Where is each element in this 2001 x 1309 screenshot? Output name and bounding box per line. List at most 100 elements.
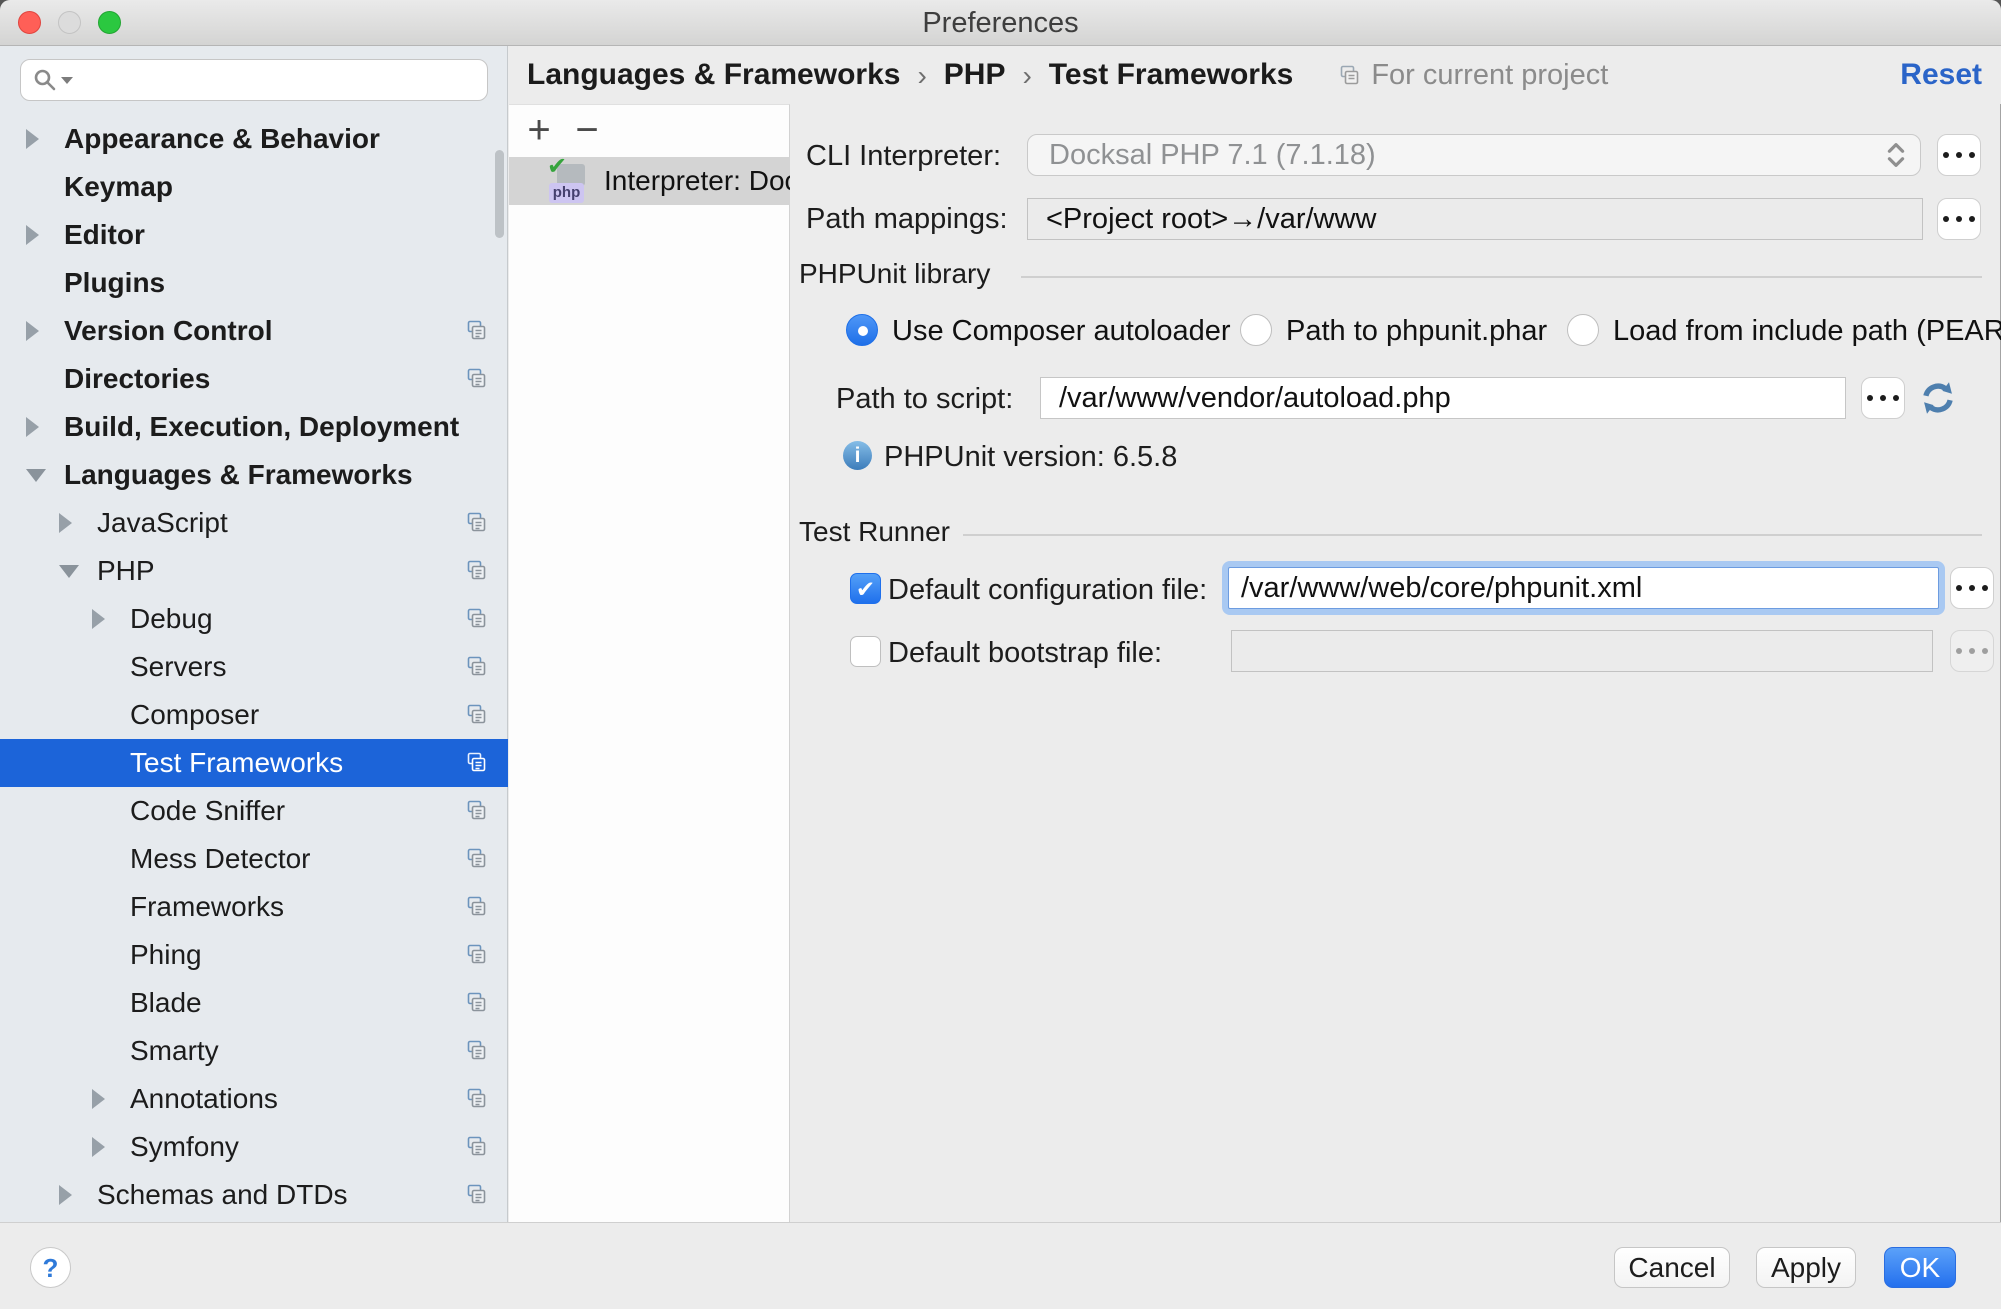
sidebar-item-php[interactable]: PHP	[0, 547, 508, 595]
chevron-right-icon[interactable]	[26, 225, 39, 245]
settings-search-field[interactable]	[20, 59, 488, 101]
sidebar-scrollbar-thumb[interactable]	[495, 150, 504, 238]
cancel-button[interactable]: Cancel	[1614, 1247, 1730, 1288]
sidebar-item-label: Frameworks	[130, 883, 284, 931]
interpreter-list-item[interactable]: ✔ php Interpreter: Dock	[509, 157, 790, 205]
project-settings-icon	[465, 655, 489, 679]
sidebar-item-directories[interactable]: Directories	[0, 355, 508, 403]
breadcrumb-languages-frameworks[interactable]: Languages & Frameworks	[527, 58, 900, 92]
test-runner-section-title: Test Runner	[799, 516, 950, 548]
chevron-right-icon[interactable]	[92, 1137, 105, 1157]
sidebar-item-frameworks[interactable]: Frameworks	[0, 883, 508, 931]
chevron-right-icon[interactable]	[59, 1185, 72, 1205]
combo-stepper-icon[interactable]	[1876, 138, 1916, 172]
project-settings-icon	[465, 559, 489, 583]
scope-label: For current project	[1371, 59, 1608, 92]
valid-check-icon: ✔	[547, 157, 567, 181]
cli-interpreter-combo[interactable]: Docksal PHP 7.1 (7.1.18)	[1027, 134, 1921, 176]
sidebar-item-label: Phing	[130, 931, 202, 979]
config-checkbox[interactable]: ✔	[850, 573, 881, 604]
settings-tree: Appearance & BehaviorKeymapEditorPlugins…	[0, 115, 508, 1222]
radio-path-to-phpunit-phar[interactable]	[1240, 314, 1272, 346]
radio-use-composer-autoloader[interactable]	[846, 314, 878, 346]
chevron-right-icon[interactable]	[92, 609, 105, 629]
sidebar-item-label: Plugins	[64, 259, 165, 307]
bootstrap-file-browse-button[interactable]	[1950, 630, 1994, 672]
sidebar-item-appearance-behavior[interactable]: Appearance & Behavior	[0, 115, 508, 163]
sidebar-item-servers[interactable]: Servers	[0, 643, 508, 691]
sidebar-item-code-sniffer[interactable]: Code Sniffer	[0, 787, 508, 835]
sidebar-item-composer[interactable]: Composer	[0, 691, 508, 739]
apply-button[interactable]: Apply	[1756, 1247, 1856, 1288]
project-settings-icon	[465, 895, 489, 919]
path-to-script-browse-button[interactable]	[1861, 377, 1905, 419]
bootstrap-file-field[interactable]	[1231, 630, 1933, 672]
sidebar-item-debug[interactable]: Debug	[0, 595, 508, 643]
path-mappings-browse-button[interactable]	[1937, 198, 1981, 240]
add-interpreter-button[interactable]: +	[517, 105, 561, 157]
chevron-right-icon[interactable]	[92, 1089, 105, 1109]
sidebar-item-label: Symfony	[130, 1123, 239, 1171]
sidebar-item-phing[interactable]: Phing	[0, 931, 508, 979]
config-file-browse-button[interactable]	[1950, 567, 1994, 609]
project-settings-icon	[465, 1087, 489, 1111]
sidebar-item-build-execution-deployment[interactable]: Build, Execution, Deployment	[0, 403, 508, 451]
radio-label-use-composer-autoloader[interactable]: Use Composer autoloader	[892, 314, 1231, 348]
path-to-script-label: Path to script:	[836, 383, 1013, 416]
sidebar-item-label: Test Frameworks	[130, 739, 343, 787]
project-settings-icon	[465, 799, 489, 823]
scope-indicator: For current project	[1338, 59, 1608, 92]
project-settings-icon	[465, 991, 489, 1015]
reload-phpunit-icon[interactable]	[1916, 376, 1960, 420]
breadcrumb-separator: ›	[917, 58, 926, 92]
sidebar-item-blade[interactable]: Blade	[0, 979, 508, 1027]
sidebar-item-languages-frameworks[interactable]: Languages & Frameworks	[0, 451, 508, 499]
config-file-field[interactable]: /var/www/web/core/phpunit.xml	[1222, 561, 1945, 615]
chevron-right-icon[interactable]	[26, 417, 39, 437]
chevron-down-icon[interactable]	[26, 469, 46, 482]
sidebar-item-plugins[interactable]: Plugins	[0, 259, 508, 307]
sidebar-item-mess-detector[interactable]: Mess Detector	[0, 835, 508, 883]
section-rule	[1021, 276, 1982, 278]
search-options-chevron-icon[interactable]	[61, 77, 73, 84]
project-settings-icon	[465, 703, 489, 727]
ok-button[interactable]: OK	[1884, 1247, 1956, 1288]
sidebar-item-label: Servers	[130, 643, 226, 691]
project-settings-icon	[1338, 64, 1361, 87]
phpunit-version-text: PHPUnit version: 6.5.8	[884, 441, 1177, 474]
interpreter-list-panel: + − ✔ php Interpreter: Dock	[509, 104, 790, 1222]
radio-label-path-to-phpunit-phar[interactable]: Path to phpunit.phar	[1286, 314, 1547, 348]
sidebar-item-label: Blade	[130, 979, 202, 1027]
sidebar-item-smarty[interactable]: Smarty	[0, 1027, 508, 1075]
section-rule	[963, 534, 1982, 536]
search-input[interactable]	[83, 64, 475, 97]
cli-interpreter-browse-button[interactable]	[1937, 134, 1981, 176]
reset-link[interactable]: Reset	[1900, 46, 1982, 104]
sidebar-item-annotations[interactable]: Annotations	[0, 1075, 508, 1123]
sidebar-item-editor[interactable]: Editor	[0, 211, 508, 259]
breadcrumb-php[interactable]: PHP	[944, 58, 1006, 92]
preferences-window: Preferences Appearance & BehaviorKeymapE…	[0, 0, 2001, 1309]
chevron-right-icon[interactable]	[26, 129, 39, 149]
sidebar-item-javascript[interactable]: JavaScript	[0, 499, 508, 547]
bootstrap-checkbox[interactable]	[850, 636, 881, 667]
sidebar-item-label: Appearance & Behavior	[64, 115, 380, 163]
sidebar-item-test-frameworks[interactable]: Test Frameworks	[0, 739, 508, 787]
sidebar-item-label: Composer	[130, 691, 259, 739]
sidebar-item-label: Debug	[130, 595, 213, 643]
title-bar: Preferences	[0, 0, 2001, 46]
breadcrumb-test-frameworks[interactable]: Test Frameworks	[1049, 58, 1294, 92]
cli-interpreter-label: CLI Interpreter:	[806, 140, 1001, 173]
radio-load-from-include-path-pear[interactable]	[1567, 314, 1599, 346]
sidebar-item-symfony[interactable]: Symfony	[0, 1123, 508, 1171]
help-button[interactable]: ?	[30, 1247, 71, 1288]
path-mappings-field[interactable]: <Project root>→/var/www	[1027, 198, 1923, 240]
radio-label-load-from-include-path-pear[interactable]: Load from include path (PEAR)	[1613, 314, 2001, 348]
remove-interpreter-button[interactable]: −	[565, 105, 609, 157]
chevron-right-icon[interactable]	[59, 513, 72, 533]
sidebar-item-keymap[interactable]: Keymap	[0, 163, 508, 211]
chevron-down-icon[interactable]	[59, 565, 79, 578]
path-to-script-field[interactable]: /var/www/vendor/autoload.php	[1040, 377, 1846, 419]
sidebar-item-schemas-and-dtds[interactable]: Schemas and DTDs	[0, 1171, 508, 1219]
sidebar-item-label: PHP	[97, 547, 155, 595]
